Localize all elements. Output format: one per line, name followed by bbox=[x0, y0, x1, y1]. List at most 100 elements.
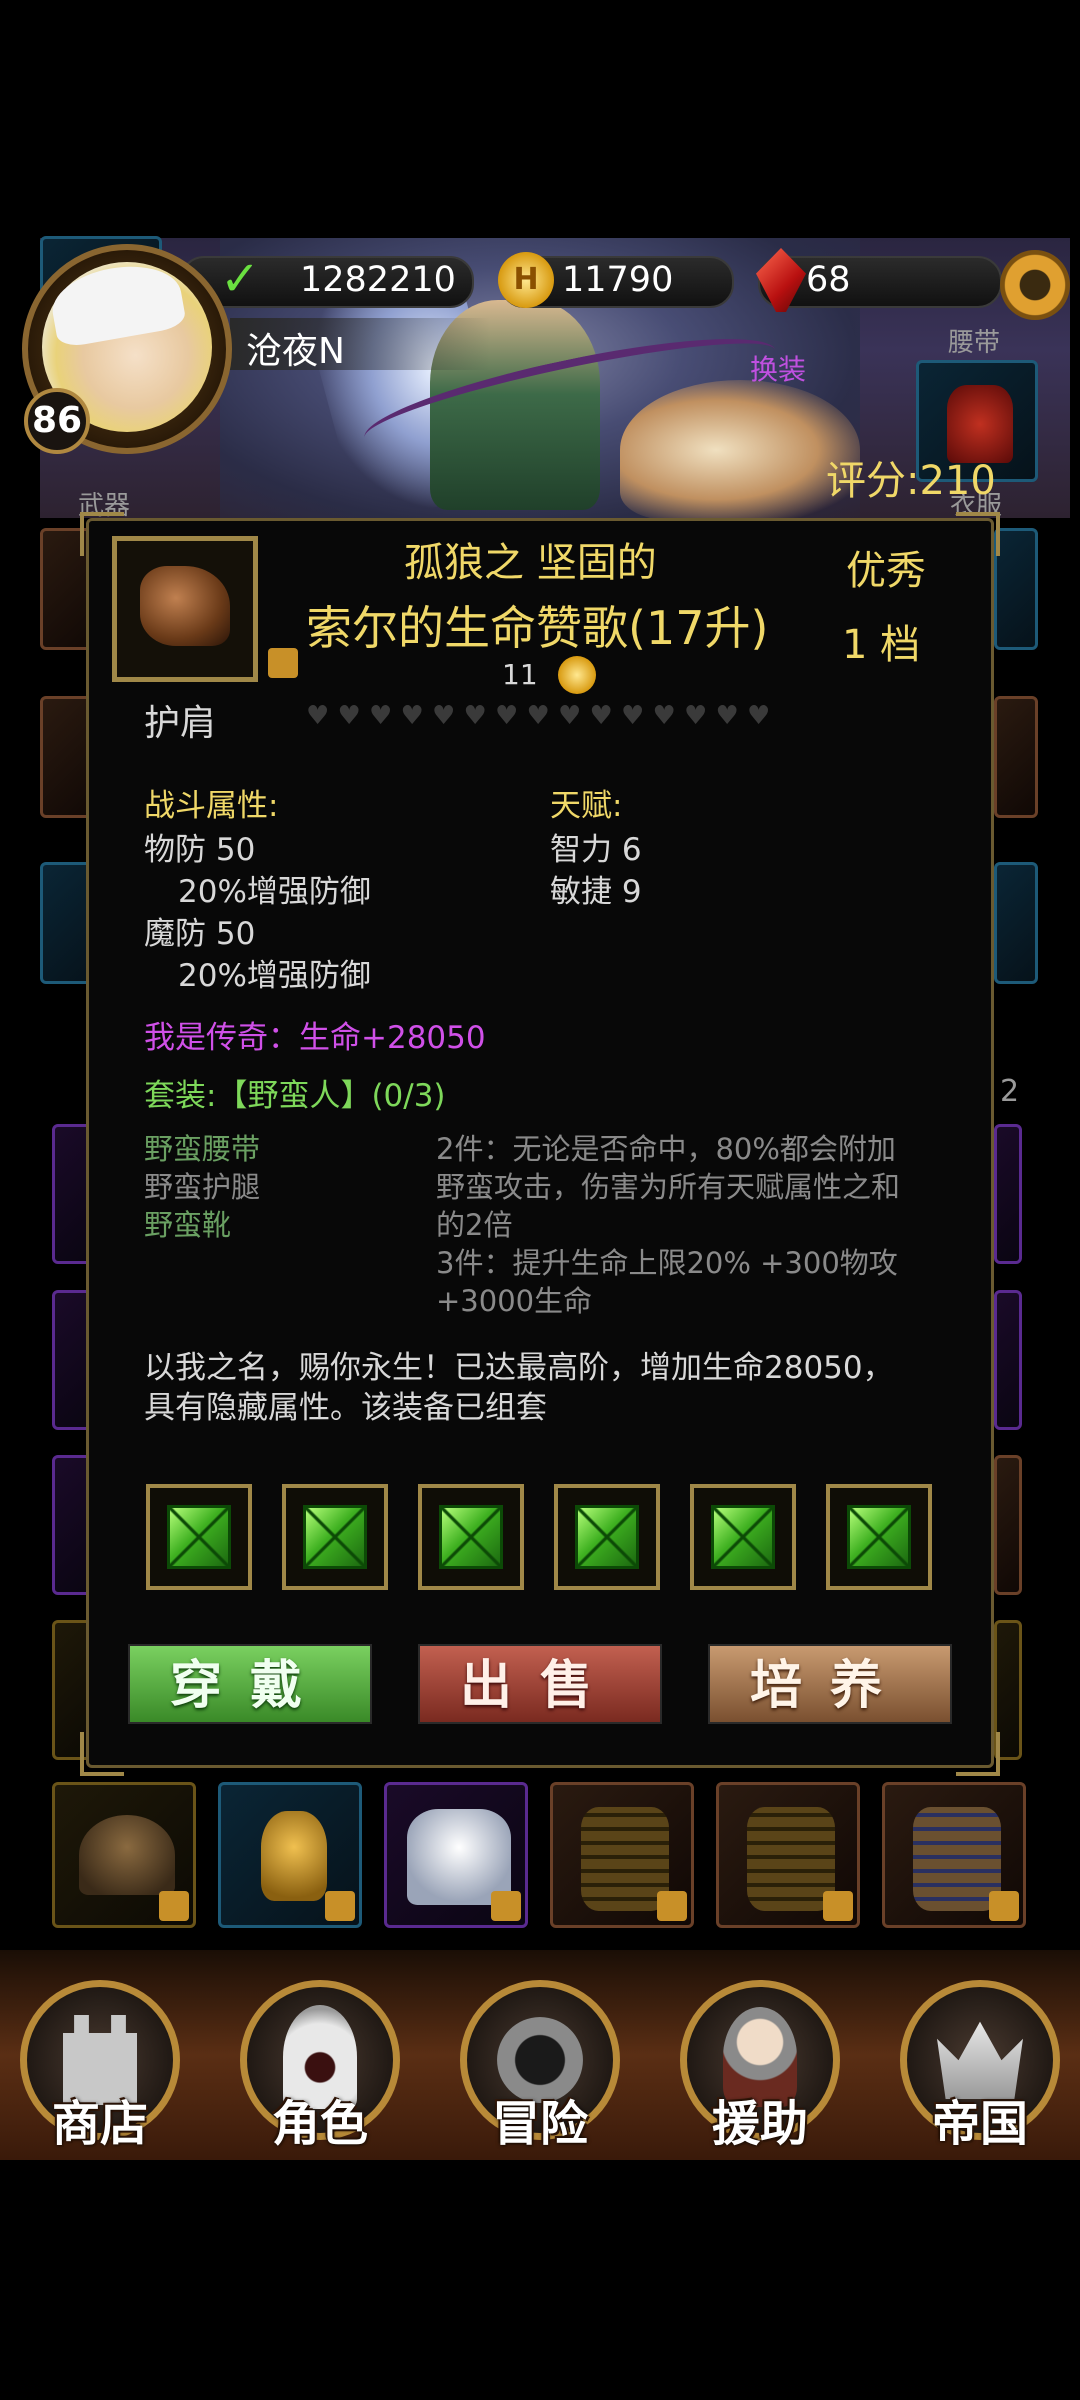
green-gem-icon bbox=[847, 1505, 911, 1569]
set-piece: 野蛮腰带 bbox=[144, 1132, 261, 1166]
legend-bonus: 我是传奇：生命+28050 bbox=[144, 1020, 486, 1056]
gold-coin-icon: H bbox=[498, 252, 554, 308]
scale-armor-icon bbox=[581, 1807, 669, 1911]
player-name: 沧夜N bbox=[246, 331, 345, 372]
heart-icon: ♥ bbox=[747, 701, 771, 731]
item-description: 以我之名，赐你永生！已达最高阶，增加生命28050， bbox=[144, 1350, 894, 1386]
gem-value: 68 bbox=[806, 260, 851, 300]
level-requirement: 11 bbox=[502, 658, 538, 691]
slot-label-belt: 腰带 bbox=[948, 328, 1001, 358]
heart-icon: ♥ bbox=[432, 701, 456, 731]
popup-corner-tr bbox=[956, 512, 1000, 556]
inventory-slot[interactable] bbox=[52, 1782, 196, 1928]
inventory-slot[interactable] bbox=[550, 1782, 694, 1928]
gem-socket[interactable] bbox=[282, 1484, 388, 1590]
combat-stat: 20%增强防御 bbox=[178, 958, 371, 994]
popup-corner-bl bbox=[80, 1732, 124, 1776]
heart-icon: ♥ bbox=[715, 701, 739, 731]
equip-slot-right-3[interactable] bbox=[994, 696, 1038, 818]
bag-slot-right-2[interactable] bbox=[994, 1290, 1022, 1430]
heart-icon: ♥ bbox=[369, 701, 393, 731]
bag-slot-right-1[interactable] bbox=[994, 1124, 1022, 1264]
item-description: 具有隐藏属性。该装备已组套 bbox=[144, 1390, 547, 1426]
exp-value: 1282210 bbox=[300, 260, 456, 300]
set-bonus-line: 3件：提升生命上限20% +300物攻 bbox=[436, 1246, 898, 1280]
green-gem-icon bbox=[439, 1505, 503, 1569]
set-piece: 野蛮靴 bbox=[144, 1208, 232, 1242]
heart-icon: ♥ bbox=[526, 701, 550, 731]
gem-socket[interactable] bbox=[146, 1484, 252, 1590]
bag-count: 2 bbox=[1000, 1074, 1020, 1109]
talent-stat: 智力 6 bbox=[550, 832, 642, 868]
coin-icon bbox=[558, 656, 596, 694]
inventory-slot[interactable] bbox=[384, 1782, 528, 1928]
settings-gear-icon[interactable] bbox=[1000, 250, 1070, 320]
lock-icon bbox=[325, 1891, 355, 1921]
set-bonus-line: 野蛮攻击，伤害为所有天赋属性之和 bbox=[436, 1170, 901, 1204]
nav-label: 援助 bbox=[711, 2096, 808, 2152]
item-prefix: 孤狼之 坚固的 bbox=[404, 540, 657, 586]
lock-icon bbox=[491, 1891, 521, 1921]
inventory-slot[interactable] bbox=[218, 1782, 362, 1928]
equip-slot-right-2[interactable] bbox=[994, 528, 1038, 650]
set-piece: 野蛮护腿 bbox=[144, 1170, 261, 1204]
heart-icon: ♥ bbox=[589, 701, 613, 731]
inventory-slot[interactable] bbox=[716, 1782, 860, 1928]
item-type: 护肩 bbox=[144, 703, 217, 744]
bag-slot-right-3[interactable] bbox=[994, 1455, 1022, 1595]
wear-button[interactable]: 穿戴 bbox=[128, 1644, 372, 1724]
tier-label: 1 档 bbox=[842, 622, 921, 668]
heart-icon: ♥ bbox=[400, 701, 424, 731]
talent-header: 天赋: bbox=[550, 788, 623, 824]
lock-icon bbox=[989, 1891, 1019, 1921]
combat-header: 战斗属性: bbox=[144, 788, 279, 824]
nav-label: 商店 bbox=[51, 2096, 148, 2152]
unicorn-mount bbox=[620, 380, 860, 520]
heart-icon: ♥ bbox=[652, 701, 676, 731]
plate-armor-icon bbox=[913, 1807, 1001, 1911]
set-bonus-line: 的2倍 bbox=[436, 1208, 513, 1242]
heart-icon: ♥ bbox=[558, 701, 582, 731]
set-bonus-line: +3000生命 bbox=[436, 1284, 593, 1318]
nav-label: 角色 bbox=[271, 2096, 368, 2152]
item-name: 索尔的生命赞歌(17升) bbox=[306, 601, 769, 655]
combat-stat: 物防 50 bbox=[144, 832, 256, 868]
gem-socket[interactable] bbox=[418, 1484, 524, 1590]
combat-stat: 20%增强防御 bbox=[178, 874, 371, 910]
score-label: 评分:210 bbox=[826, 458, 996, 504]
inventory-slot[interactable] bbox=[882, 1782, 1026, 1928]
gem-socket[interactable] bbox=[826, 1484, 932, 1590]
lock-icon bbox=[823, 1891, 853, 1921]
heart-rating: ♥ ♥ ♥ ♥ ♥ ♥ ♥ ♥ ♥ ♥ ♥ ♥ ♥ ♥ ♥ bbox=[306, 701, 773, 731]
train-button[interactable]: 培养 bbox=[708, 1644, 952, 1724]
heart-icon: ♥ bbox=[337, 701, 361, 731]
gold-value: 11790 bbox=[562, 260, 674, 300]
green-gem-icon bbox=[711, 1505, 775, 1569]
heart-icon: ♥ bbox=[684, 701, 708, 731]
gem-socket[interactable] bbox=[554, 1484, 660, 1590]
shoulder-armor-icon bbox=[140, 566, 230, 646]
heart-icon: ♥ bbox=[621, 701, 645, 731]
lock-icon bbox=[657, 1891, 687, 1921]
level-badge: 86 bbox=[24, 388, 90, 454]
equip-slot-right-4[interactable] bbox=[994, 862, 1038, 984]
heart-icon: ♥ bbox=[306, 701, 330, 731]
lock-icon[interactable] bbox=[268, 648, 298, 678]
gem-socket[interactable] bbox=[690, 1484, 796, 1590]
popup-corner-br bbox=[956, 1732, 1000, 1776]
talent-stat: 敏捷 9 bbox=[550, 874, 642, 910]
green-gem-icon bbox=[575, 1505, 639, 1569]
set-title: 套装:【野蛮人】(0/3) bbox=[144, 1078, 446, 1114]
set-bonus-line: 2件：无论是否命中，80%都会附加 bbox=[436, 1132, 896, 1166]
checkmark-icon: ✓ bbox=[220, 251, 261, 307]
helmet-icon bbox=[79, 1815, 175, 1895]
heart-icon: ♥ bbox=[463, 701, 487, 731]
lock-icon bbox=[159, 1891, 189, 1921]
scale-armor-icon bbox=[747, 1807, 835, 1911]
green-gem-icon bbox=[303, 1505, 367, 1569]
sell-button[interactable]: 出售 bbox=[418, 1644, 662, 1724]
quality-label: 优秀 bbox=[846, 548, 926, 594]
heart-icon: ♥ bbox=[495, 701, 519, 731]
nav-label: 冒险 bbox=[491, 2096, 588, 2152]
switch-outfit-button[interactable]: 换装 bbox=[750, 348, 806, 388]
